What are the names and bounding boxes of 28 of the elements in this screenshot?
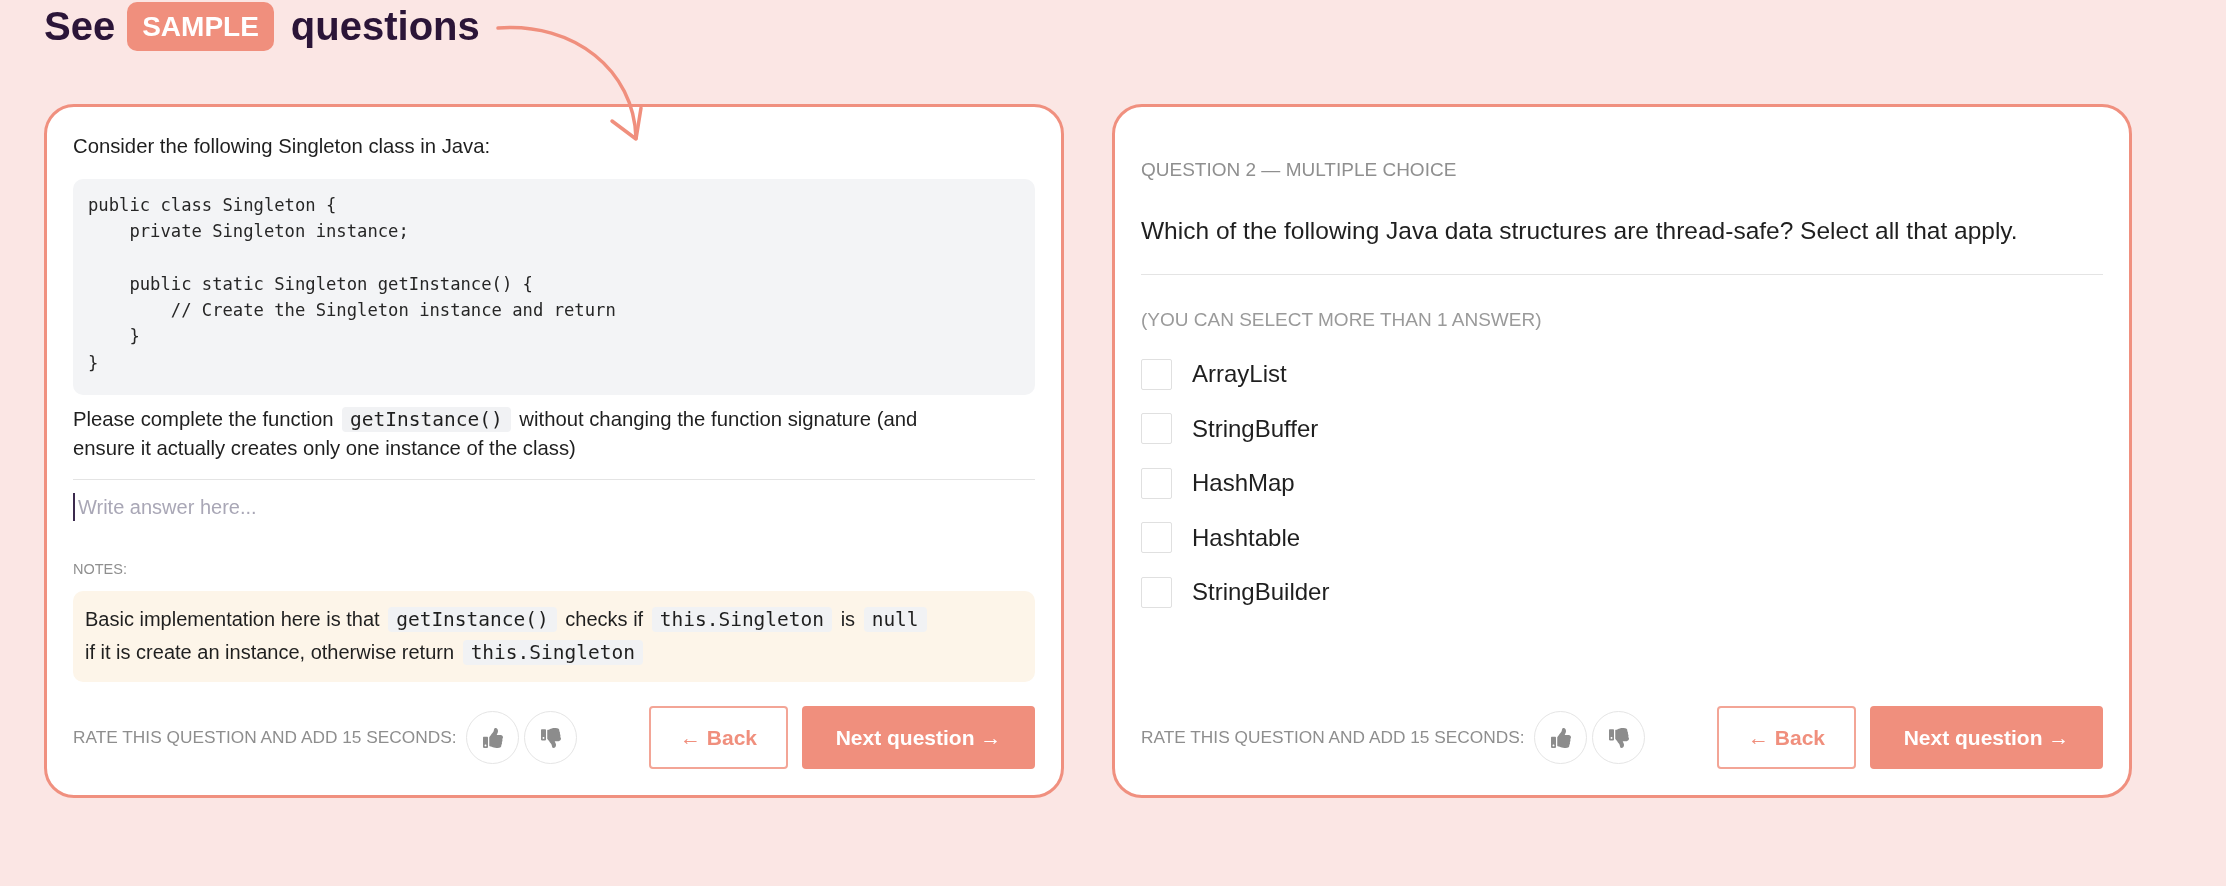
answer-field[interactable]: Write answer here... — [73, 493, 1035, 522]
checkbox[interactable] — [1141, 358, 1172, 390]
checkbox[interactable] — [1141, 576, 1172, 608]
thumbs-up-icon — [482, 727, 503, 748]
question-text: Consider the following Singleton class in Java: — [73, 134, 492, 159]
hint-text: (YOU CAN SELECT MORE THAN 1 ANSWER) — [1141, 309, 1543, 331]
heading-text: questions — [290, 3, 480, 50]
prompt-text: Please complete the function getInstance() without changing the function signature (and ensure it actually creates only one instance of the class) — [73, 406, 919, 462]
question-text: Which of the following Java data structures are thread-safe? Select all that apply. — [1141, 216, 2019, 246]
thumbs-down-icon — [540, 727, 561, 748]
heading-tag: SAMPLE — [127, 1, 274, 51]
checkbox[interactable] — [1141, 413, 1172, 444]
option-label[interactable]: StringBuilder — [1192, 578, 1330, 606]
option-label[interactable]: StringBuffer — [1192, 414, 1319, 443]
option-label[interactable]: HashMap — [1192, 469, 1295, 497]
question-label: QUESTION 2 — MULTIPLE CHOICE — [1141, 159, 1458, 181]
thumbs-down-icon — [1608, 727, 1629, 748]
code-block: public class Singleton { private Singleton instance; public static Singleton getInstance() { // Create the Singleton instance and return } } — [73, 179, 1035, 396]
option-label[interactable]: Hashtable — [1192, 523, 1301, 552]
rating-label: RATE THIS QUESTION AND ADD 15 SECONDS: — [73, 727, 457, 749]
heading-text: See — [44, 3, 116, 50]
thumbs-up-icon — [1550, 727, 1571, 748]
option-label[interactable]: ArrayList — [1192, 360, 1287, 388]
notes-text: Basic implementation here is that getInstance() checks if this.Singleton is null if it is create an instance, otherwise return this.Singleton — [85, 603, 1023, 670]
checkbox[interactable] — [1141, 467, 1172, 499]
notes-label: NOTES: — [73, 560, 128, 580]
checkbox[interactable] — [1141, 522, 1172, 553]
rating-label: RATE THIS QUESTION AND ADD 15 SECONDS: — [1141, 727, 1525, 749]
